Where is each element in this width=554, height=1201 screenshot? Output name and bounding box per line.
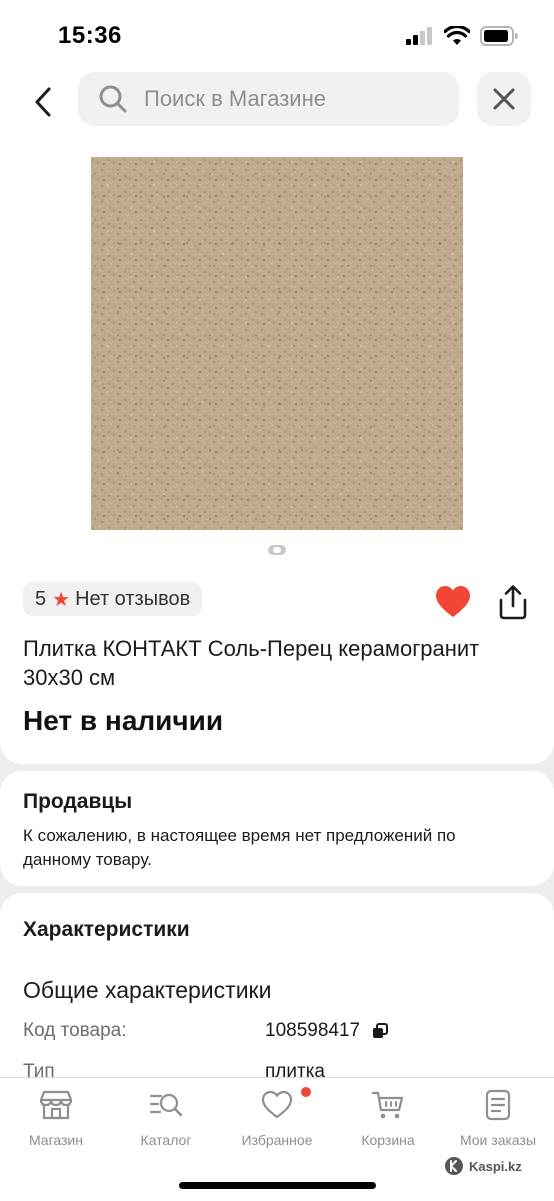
tab-label-orders: Мои заказы [459, 1132, 537, 1148]
product-title: Плитка КОНТАКТ Соль-Перец керамогранит 3… [23, 636, 480, 690]
search-icon [99, 85, 127, 113]
bottom-tab-bar: Магазин Каталог Избранное Корзина Мои за… [0, 1077, 554, 1201]
watermark-text: Kaspi.kz [469, 1158, 522, 1174]
heart-icon [261, 1090, 293, 1119]
catalog-search-icon [149, 1093, 183, 1117]
sellers-heading: Продавцы [23, 790, 133, 813]
shop-icon [39, 1090, 73, 1120]
sellers-card: Продавцы К сожалению, в настоящее время … [0, 771, 554, 886]
specs-card: Характеристики Общие характеристики Код … [0, 893, 554, 1083]
close-button[interactable] [477, 72, 531, 126]
close-icon [493, 88, 515, 110]
specs-section-title: Общие характеристики [23, 977, 272, 1003]
battery-icon [480, 26, 518, 46]
tab-orders[interactable]: Мои заказы [443, 1088, 553, 1148]
star-icon: ★ [52, 588, 71, 611]
chevron-left-icon [35, 87, 51, 117]
tab-label-catalog: Каталог [140, 1132, 192, 1148]
back-button[interactable] [26, 82, 60, 122]
orders-icon [485, 1089, 511, 1121]
status-icons [406, 26, 518, 46]
cart-icon [371, 1091, 404, 1119]
spec-value-code: 108598417 [265, 1020, 389, 1042]
tab-label-favorites: Избранное [241, 1132, 313, 1148]
tab-label-shop: Магазин [28, 1132, 83, 1148]
product-card: 5 ★ Нет отзывов Плитка КОНТАКТ Соль-Пере… [0, 142, 554, 764]
top-header [0, 72, 554, 142]
sellers-message: К сожалению, в настоящее время нет предл… [23, 826, 456, 869]
kaspi-watermark: Kaspi.kz [444, 1156, 522, 1176]
copy-icon[interactable] [372, 1023, 389, 1039]
rating-value: 5 [35, 587, 47, 610]
image-pagination-dot [268, 545, 286, 555]
tab-label-cart: Корзина [361, 1132, 415, 1148]
reviews-label: Нет отзывов [75, 587, 191, 610]
kaspi-logo-icon [445, 1157, 463, 1175]
product-image[interactable] [91, 157, 463, 530]
rating-badge[interactable]: 5 ★ Нет отзывов [23, 582, 203, 616]
tab-favorites[interactable]: Избранное [222, 1088, 332, 1148]
search-input[interactable] [142, 85, 446, 113]
product-code: 108598417 [265, 1020, 361, 1041]
status-bar: 15:36 [0, 0, 554, 72]
specs-heading: Характеристики [23, 918, 190, 941]
cellular-signal-icon [406, 27, 432, 45]
tab-catalog[interactable]: Каталог [111, 1088, 221, 1148]
tab-cart[interactable]: Корзина [333, 1088, 443, 1148]
notification-dot [301, 1087, 311, 1097]
home-indicator [179, 1182, 376, 1189]
spec-label-code: Код товара: [23, 1020, 127, 1041]
status-time: 15:36 [58, 22, 122, 49]
tab-shop[interactable]: Магазин [1, 1088, 111, 1148]
availability-status: Нет в наличии [23, 705, 224, 736]
share-icon[interactable] [497, 584, 529, 620]
favorite-heart-icon[interactable] [435, 585, 471, 619]
search-bar[interactable] [78, 72, 459, 126]
wifi-icon [444, 26, 470, 45]
